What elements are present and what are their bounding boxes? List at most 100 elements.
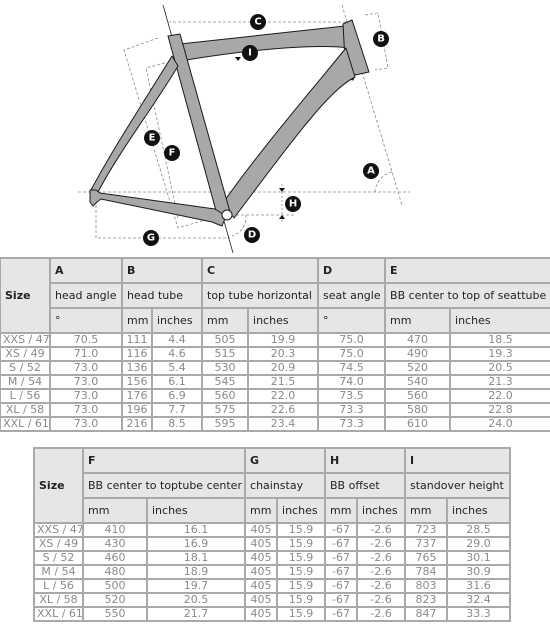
value-cell: 111: [121, 332, 153, 348]
value-cell: 136: [121, 360, 153, 376]
value-cell: 6.9: [150, 388, 204, 404]
col-name-seat-angle: seat angle: [317, 282, 387, 309]
value-cell: 520: [384, 360, 452, 376]
value-cell: 18.1: [145, 550, 247, 566]
value-cell: 22.8: [449, 402, 550, 418]
value-cell: 6.1: [150, 374, 204, 390]
value-cell: 405: [244, 522, 279, 538]
arrow-down-icon: [235, 57, 241, 61]
geometry-table-1: Size A B C D E head angle head tube top …: [0, 257, 550, 432]
col-letter-A: A: [49, 257, 123, 284]
col-letter-E: E: [384, 257, 550, 284]
table-1-body: XXS / 47 70.5 111 4.4 505 19.9 75.0 470 18.5 XS /…: [0, 332, 550, 432]
table-row: L / 56 500 19.7 405 15.9 -67 -2.6 803 31.6: [33, 578, 512, 594]
seat-stay: [89, 55, 179, 193]
badge-I: I: [242, 45, 258, 61]
value-cell: 15.9: [276, 564, 327, 580]
value-cell: 5.4: [150, 360, 204, 376]
value-cell: 16.9: [145, 536, 247, 552]
table-row: S / 52 73.0 136 5.4 530 20.9 74.5 520 20.5: [0, 360, 550, 376]
value-cell: 803: [404, 578, 449, 594]
value-cell: 74.5: [317, 360, 387, 376]
unit-cell: mm: [324, 497, 359, 524]
table-row: XXS / 47 70.5 111 4.4 505 19.9 75.0 470 18.5: [0, 332, 550, 348]
col-name-toptube-center: BB center to toptube center: [81, 472, 247, 499]
value-cell: 8.5: [150, 416, 204, 432]
unit-cell: °: [49, 307, 123, 334]
size-cell: XS / 49: [0, 346, 51, 362]
value-cell: 73.0: [49, 388, 123, 404]
badge-E: E: [144, 130, 160, 146]
col-name-head-tube: head tube: [120, 282, 204, 309]
table-2-body: XXS / 47 410 16.1 405 15.9 -67 -2.6 723 28.5 XS /…: [33, 522, 512, 622]
value-cell: -2.6: [356, 578, 407, 594]
value-cell: 15.9: [276, 536, 327, 552]
value-cell: 20.5: [145, 592, 247, 608]
table-row: M / 54 480 18.9 405 15.9 -67 -2.6 784 30.9: [33, 564, 512, 580]
value-cell: 410: [82, 522, 148, 538]
svg-text:I: I: [248, 48, 252, 59]
col-name-head-angle: head angle: [49, 282, 123, 309]
value-cell: 765: [404, 550, 449, 566]
col-name-chainstay: chainstay: [244, 472, 327, 499]
value-cell: 20.9: [247, 360, 320, 376]
value-cell: 575: [201, 402, 250, 418]
svg-text:F: F: [169, 148, 176, 159]
value-cell: 784: [404, 564, 449, 580]
value-cell: 20.5: [449, 360, 550, 376]
value-cell: 15.9: [276, 592, 327, 608]
down-tube: [222, 47, 356, 219]
size-cell: L / 56: [0, 388, 51, 404]
table-row: XXL / 61 73.0 216 8.5 595 23.4 73.3 610 24.0: [0, 416, 550, 432]
value-cell: 7.7: [150, 402, 204, 418]
value-cell: 823: [404, 592, 449, 608]
unit-cell: mm: [82, 497, 148, 524]
unit-cell: mm: [404, 497, 449, 524]
value-cell: 500: [82, 578, 148, 594]
value-cell: 580: [384, 402, 452, 418]
unit-row: mm inches mm inches mm inches mm inches: [34, 497, 512, 524]
value-cell: -67: [324, 592, 359, 608]
col-letter-H: H: [324, 447, 407, 474]
size-cell: XL / 58: [0, 402, 51, 418]
value-cell: 73.5: [317, 388, 387, 404]
value-cell: 847: [404, 606, 449, 622]
col-letter-I: I: [404, 447, 512, 474]
value-cell: 156: [121, 374, 153, 390]
value-cell: 16.1: [145, 522, 247, 538]
unit-cell: mm: [244, 497, 279, 524]
value-cell: 70.5: [49, 332, 123, 348]
value-cell: 73.0: [49, 360, 123, 376]
value-cell: 22.6: [247, 402, 320, 418]
value-cell: 405: [244, 550, 279, 566]
svg-text:D: D: [248, 230, 256, 241]
value-cell: 31.6: [446, 578, 512, 594]
value-cell: -67: [324, 606, 359, 622]
svg-text:B: B: [377, 34, 385, 45]
value-cell: 545: [201, 374, 250, 390]
svg-text:E: E: [149, 133, 156, 144]
col-name-bb-offset: BB offset: [324, 472, 407, 499]
unit-cell: inches: [276, 497, 327, 524]
value-cell: 4.6: [150, 346, 204, 362]
seat-tube: [167, 33, 231, 219]
value-cell: -67: [324, 578, 359, 594]
unit-cell: inches: [150, 307, 204, 334]
table-row: XL / 58 520 20.5 405 15.9 -67 -2.6 823 32.4: [33, 592, 512, 608]
svg-text:A: A: [367, 166, 375, 177]
size-cell: M / 54: [33, 564, 84, 580]
value-cell: 15.9: [276, 606, 327, 622]
table-row: XL / 58 73.0 196 7.7 575 22.6 73.3 580 22.8: [0, 402, 550, 418]
value-cell: 28.5: [446, 522, 512, 538]
letter-row: Size A B C D E: [0, 257, 550, 334]
value-cell: 22.0: [247, 388, 320, 404]
col-letter-C: C: [201, 257, 320, 284]
table-row: M / 54 73.0 156 6.1 545 21.5 74.0 540 21.3: [0, 374, 550, 390]
value-cell: 33.3: [446, 606, 512, 622]
value-cell: -2.6: [356, 564, 407, 580]
size-cell: XL / 58: [33, 592, 84, 608]
value-cell: 24.0: [449, 416, 550, 432]
table-row: S / 52 460 18.1 405 15.9 -67 -2.6 765 30.1: [33, 550, 512, 566]
size-cell: L / 56: [33, 578, 84, 594]
value-cell: 216: [121, 416, 153, 432]
